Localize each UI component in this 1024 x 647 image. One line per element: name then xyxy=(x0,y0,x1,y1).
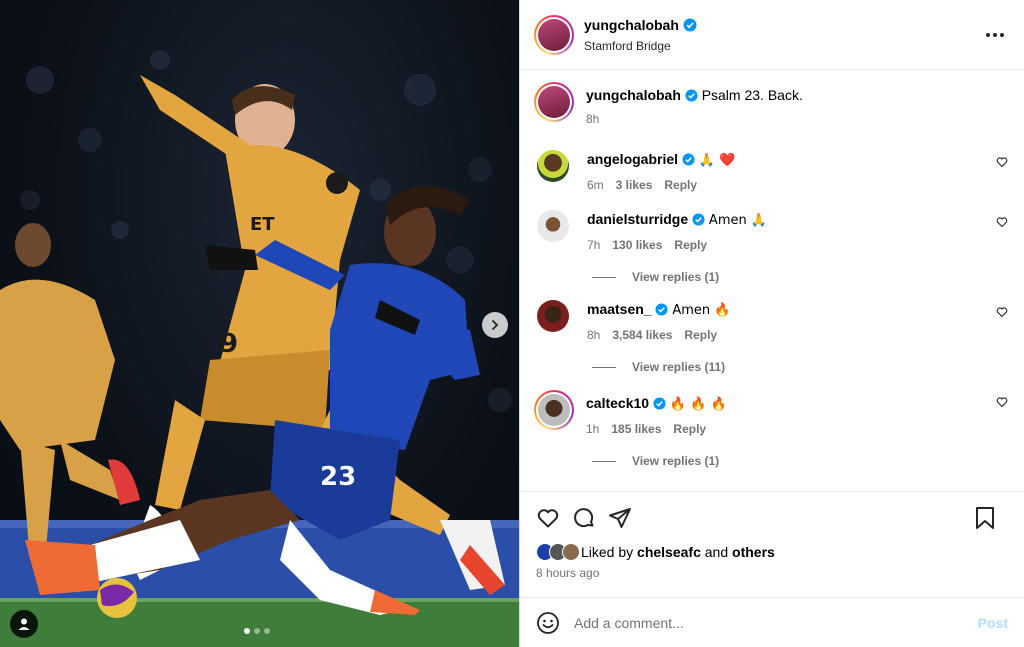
caption-time: 8h xyxy=(586,112,600,126)
comment-username[interactable]: maatsen_ xyxy=(587,301,652,317)
svg-text:9: 9 xyxy=(220,329,238,359)
author-username[interactable]: yungchalobah xyxy=(584,17,679,33)
like-comment-heart-icon[interactable] xyxy=(996,216,1008,228)
post-comment-button[interactable]: Post xyxy=(978,615,1008,631)
post-timestamp[interactable]: 8 hours ago xyxy=(536,566,1008,580)
comment-text: 🔥 🔥 🔥 xyxy=(669,397,727,412)
comment-item: maatsen_ Amen 🔥 8h 3,584 likes Reply xyxy=(534,300,1008,344)
author-avatar[interactable] xyxy=(534,14,574,55)
user-icon xyxy=(18,618,30,630)
verified-badge-icon xyxy=(655,303,669,316)
reply-button[interactable]: Reply xyxy=(684,326,717,344)
comment-item: calteck10 🔥 🔥 🔥 1h 185 likes Reply xyxy=(534,390,1008,438)
commenter-avatar[interactable] xyxy=(537,300,569,332)
comment-likes[interactable]: 3,584 likes xyxy=(612,326,672,344)
comment-text: 🙏 ❤️ xyxy=(698,153,736,168)
save-button[interactable] xyxy=(974,506,996,530)
liker-avatars xyxy=(536,543,580,561)
comments-list[interactable]: yungchalobah Psalm 23. Back. 8h angeloga… xyxy=(520,70,1024,491)
carousel-next-button[interactable] xyxy=(482,312,508,338)
post-actions: Liked by chelseafc and others 8 hours ag… xyxy=(520,491,1024,597)
liked-by: Liked by chelseafc and others xyxy=(536,543,1008,561)
like-button[interactable] xyxy=(536,506,560,530)
more-options-button[interactable] xyxy=(982,25,1008,45)
commenter-avatar[interactable] xyxy=(534,390,574,430)
paper-plane-icon xyxy=(609,508,631,528)
comment-time: 1h xyxy=(586,422,600,436)
caption: yungchalobah Psalm 23. Back. 8h xyxy=(534,82,1008,128)
bookmark-icon xyxy=(976,507,994,529)
svg-text:23: 23 xyxy=(320,462,356,492)
comment-time: 8h xyxy=(587,328,601,342)
liked-by-prefix: Liked by xyxy=(581,544,634,560)
post-detail-panel: yungchalobah Stamford Bridge yungchaloba… xyxy=(519,0,1024,647)
comment-username[interactable]: angelogabriel xyxy=(587,151,678,167)
comment-item: danielsturridge Amen 🙏 7h 130 likes Repl… xyxy=(534,210,1008,254)
caption-author-avatar[interactable] xyxy=(534,82,574,122)
svg-text:ET: ET xyxy=(250,214,275,235)
comment-button[interactable] xyxy=(572,506,596,530)
view-replies-label: View replies (11) xyxy=(632,360,726,374)
share-button[interactable] xyxy=(608,506,632,530)
caption-text: Psalm 23. Back. xyxy=(701,87,803,103)
caption-author[interactable]: yungchalobah xyxy=(586,87,681,103)
verified-badge-icon xyxy=(683,18,697,31)
comment-item: angelogabriel 🙏 ❤️ 6m 3 likes Reply xyxy=(534,150,1008,194)
reply-button[interactable]: Reply xyxy=(673,420,706,438)
comment-bubble-icon xyxy=(574,508,594,528)
comment-username[interactable]: calteck10 xyxy=(586,395,649,411)
carousel-dot xyxy=(264,628,270,634)
add-comment-bar: Post xyxy=(520,597,1024,647)
view-replies-label: View replies (1) xyxy=(632,454,720,468)
emoji-button[interactable] xyxy=(536,611,560,635)
like-comment-heart-icon[interactable] xyxy=(996,306,1008,318)
like-comment-heart-icon[interactable] xyxy=(996,156,1008,168)
carousel-dot xyxy=(254,628,260,634)
comment-time: 6m xyxy=(587,178,604,192)
comment-input[interactable] xyxy=(574,614,978,631)
verified-badge-icon xyxy=(692,213,705,226)
comment-text: Amen 🙏 xyxy=(708,213,768,228)
comment-likes[interactable]: 130 likes xyxy=(612,236,662,254)
post-header: yungchalobah Stamford Bridge xyxy=(520,0,1024,70)
emoji-smile-icon xyxy=(537,611,559,634)
verified-badge-icon xyxy=(685,89,698,102)
comment-text: Amen 🔥 xyxy=(672,303,731,318)
liked-by-user[interactable]: chelseafc xyxy=(637,544,701,560)
comment-likes[interactable]: 185 likes xyxy=(611,420,661,438)
carousel-indicators xyxy=(244,628,270,634)
view-replies-label: View replies (1) xyxy=(632,270,720,284)
liked-by-others[interactable]: others xyxy=(732,544,775,560)
chevron-right-icon xyxy=(492,320,499,330)
commenter-avatar[interactable] xyxy=(537,210,569,242)
reply-button[interactable]: Reply xyxy=(664,176,697,194)
post-photo[interactable]: 9 ET 23 xyxy=(0,0,519,647)
tagged-users-button[interactable] xyxy=(10,610,38,638)
carousel-dot xyxy=(244,628,250,634)
heart-icon xyxy=(537,509,559,528)
reply-button[interactable]: Reply xyxy=(674,236,707,254)
match-scene-image: 9 ET 23 xyxy=(0,50,519,647)
view-replies-button[interactable]: View replies (11) xyxy=(592,360,1008,374)
post-location[interactable]: Stamford Bridge xyxy=(584,39,982,53)
comment-likes[interactable]: 3 likes xyxy=(616,176,653,194)
like-comment-heart-icon[interactable] xyxy=(996,396,1008,408)
comment-username[interactable]: danielsturridge xyxy=(587,211,688,227)
liked-by-joiner: and xyxy=(704,544,729,560)
comment-time: 7h xyxy=(587,238,601,252)
commenter-avatar[interactable] xyxy=(537,150,569,182)
verified-badge-icon xyxy=(653,397,666,410)
verified-badge-icon xyxy=(682,153,695,166)
view-replies-button[interactable]: View replies (1) xyxy=(592,454,1008,468)
view-replies-button[interactable]: View replies (1) xyxy=(592,270,1008,284)
